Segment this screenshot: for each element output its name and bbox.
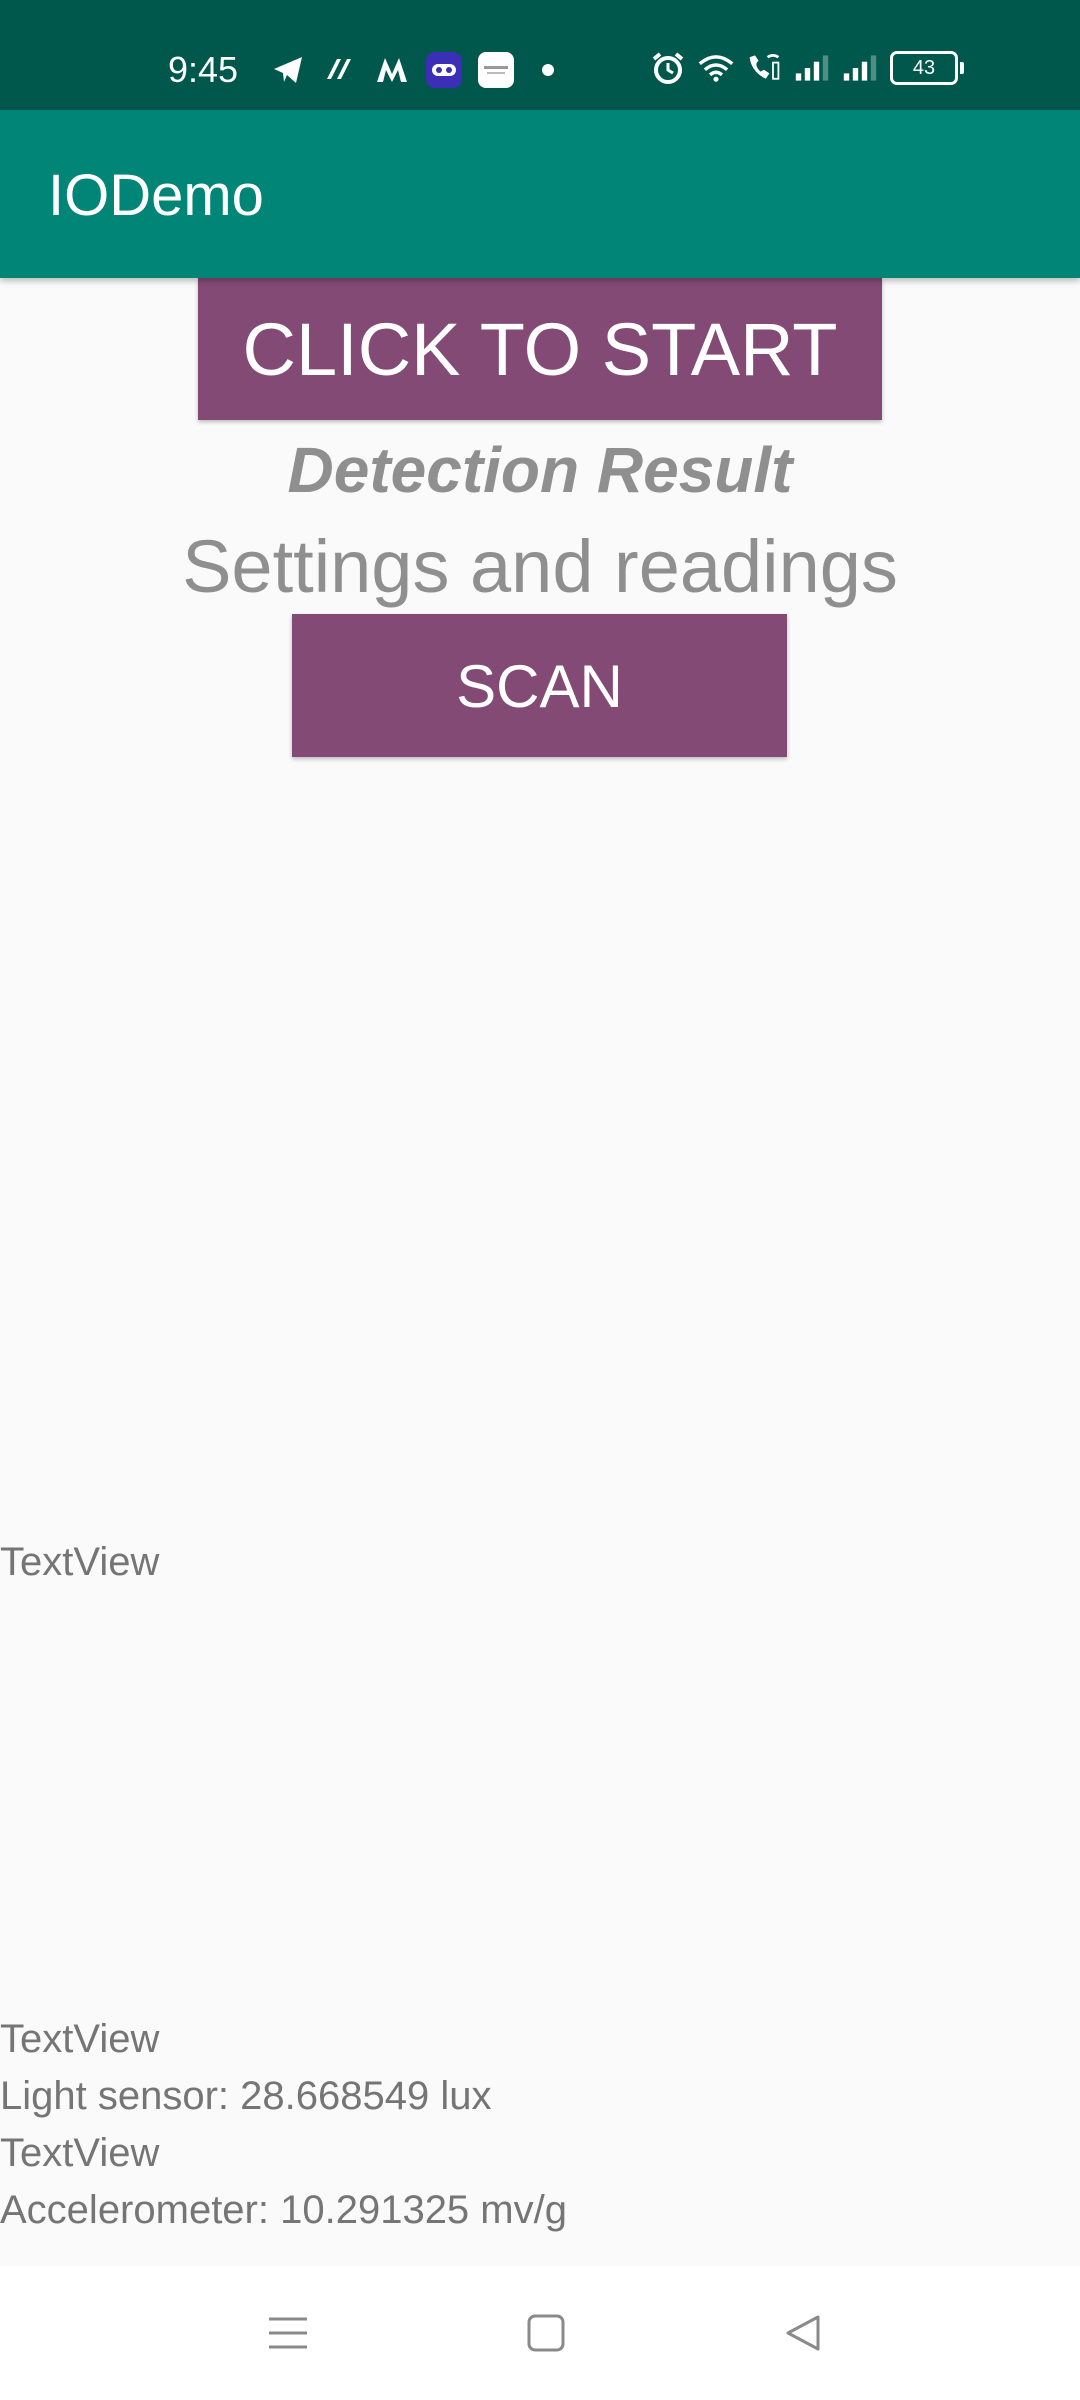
back-icon[interactable] <box>777 2306 831 2360</box>
scan-button[interactable]: SCAN <box>292 614 787 757</box>
settings-readings-label: Settings and readings <box>182 525 898 608</box>
signal-2-icon <box>842 50 878 86</box>
home-icon[interactable] <box>519 2306 573 2360</box>
gaming-icon <box>426 52 462 88</box>
status-bar: 9:45 43 <box>0 0 1080 110</box>
textview-3: TextView <box>0 2131 160 2175</box>
navigation-bar <box>0 2266 1080 2400</box>
system-icons: 43 <box>650 50 964 86</box>
signal-1-icon <box>794 50 830 86</box>
textview-2: TextView <box>0 2017 160 2061</box>
battery-icon: 43 <box>890 51 964 85</box>
notification-app-icon <box>478 52 514 88</box>
wifi-calling-icon <box>746 50 782 86</box>
alarm-icon <box>650 50 686 86</box>
dot-icon <box>530 52 566 88</box>
textview-1: TextView <box>0 1540 160 1584</box>
click-to-start-button[interactable]: CLICK TO START <box>198 278 882 420</box>
app-title: IODemo <box>48 163 264 228</box>
wifi-icon <box>698 50 734 86</box>
detection-result-label: Detection Result <box>287 434 793 506</box>
status-time: 9:45 <box>168 49 239 90</box>
telegram-icon <box>270 52 306 88</box>
myntra-icon <box>374 52 410 88</box>
menu-icon[interactable] <box>261 2306 315 2360</box>
app-bar: IODemo <box>0 110 1080 278</box>
app-icon <box>322 52 358 88</box>
notification-icons <box>270 52 566 88</box>
accelerometer-reading: Accelerometer: 10.291325 mv/g <box>0 2188 567 2232</box>
light-sensor-reading: Light sensor: 28.668549 lux <box>0 2074 492 2118</box>
